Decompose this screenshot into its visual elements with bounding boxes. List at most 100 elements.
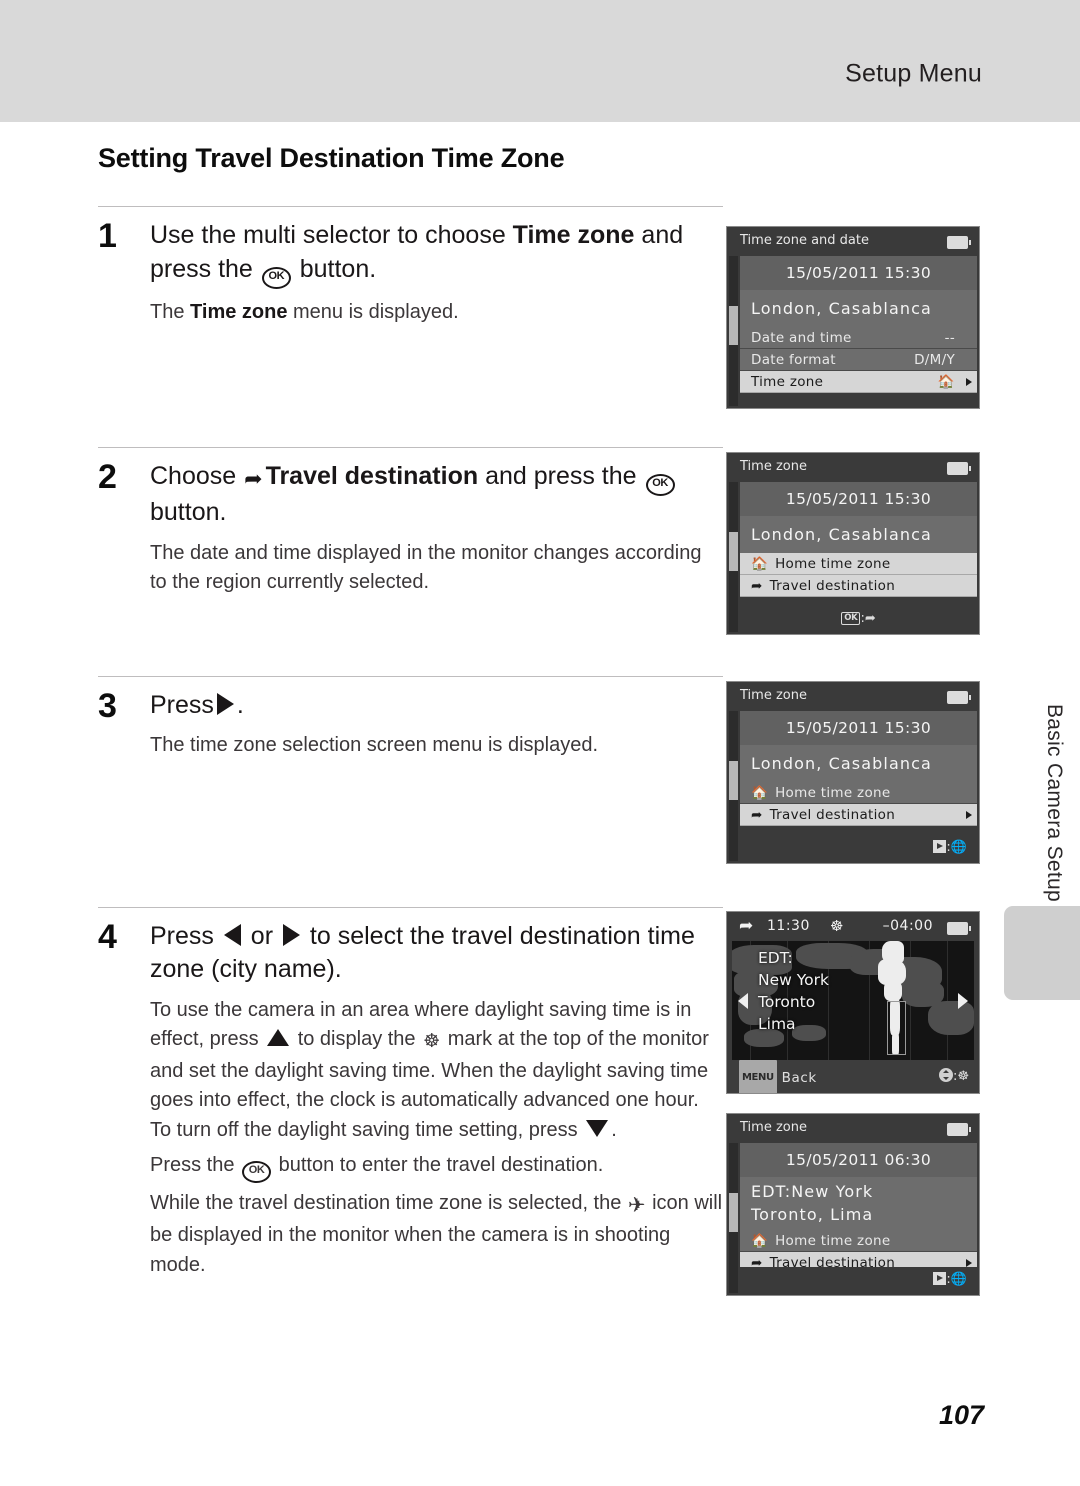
screen-menu-rows: 🏠 Home time zone ➦ Travel destination <box>740 553 977 597</box>
row-label: Travel destination <box>769 578 896 594</box>
menu-row-travel-destination[interactable]: ➦ Travel destination <box>740 575 977 597</box>
camera-screen-time-zone-confirmed: Time zone 15/05/2011 06:30 EDT:New York … <box>726 1113 980 1296</box>
menu-row-travel-destination[interactable]: ➦ Travel destination <box>740 804 977 826</box>
steps-container: 1 Use the multi selector to choose Time … <box>98 196 723 1287</box>
row-value: D/M/Y <box>914 352 955 368</box>
screen-city: EDT:New York Toronto, Lima <box>740 1177 977 1231</box>
screen-footer: :🌐 <box>740 835 977 861</box>
arrow-down-icon <box>586 1119 609 1137</box>
step-title-part-mid: or <box>243 921 280 950</box>
play-button-icon <box>933 1272 947 1285</box>
ok-button-icon: OK <box>645 474 675 497</box>
map-label-city-1: New York <box>758 971 829 989</box>
step-3: 3 Press. The time zone selection screen … <box>98 666 723 897</box>
screen-panel: 15/05/2011 06:30 EDT:New York Toronto, L… <box>740 1143 977 1275</box>
screen-footer: :🌐 <box>740 1267 977 1293</box>
plane-icon: ➦ <box>739 916 754 936</box>
step-note-shooting: While the travel destination time zone i… <box>150 1189 723 1280</box>
screen-city-line-1: EDT:New York <box>751 1182 874 1201</box>
arrow-up-icon <box>267 1029 290 1047</box>
scroll-rail <box>729 256 738 406</box>
row-label: Date and time <box>751 330 852 346</box>
step-title-part-c: button. <box>292 254 377 283</box>
menu-row-date-and-time[interactable]: Date and time -- <box>740 327 977 349</box>
screen-menu-rows: Date and time -- Date format D/M/Y Time … <box>740 327 977 393</box>
note3-part-a: While the travel destination time zone i… <box>150 1192 627 1215</box>
plane-icon: ➦ <box>751 807 763 823</box>
battery-icon <box>947 1123 971 1136</box>
note-part-a: The <box>150 300 191 323</box>
home-icon: 🏠 <box>751 785 769 801</box>
row-value: -- <box>944 330 955 346</box>
plane-icon: ➦ <box>751 578 763 594</box>
menu-row-home-time-zone[interactable]: 🏠 Home time zone <box>740 782 977 804</box>
step-title: Press. <box>150 689 723 723</box>
world-map-canvas: EDT: New York Toronto Lima <box>732 941 974 1060</box>
menu-button-icon: MENU <box>739 1060 777 1093</box>
scroll-thumb <box>729 531 738 571</box>
battery-icon <box>947 922 971 935</box>
screen-title: Time zone <box>727 1114 979 1141</box>
battery-icon <box>947 691 971 704</box>
screen-title: Time zone <box>727 453 979 480</box>
ok-button-icon: OK <box>261 266 291 289</box>
arrow-left-icon[interactable] <box>738 992 748 1009</box>
step-title-part-a: Use the multi selector to choose <box>150 221 513 249</box>
row-label: Date format <box>751 352 836 368</box>
ok-button-icon: OK <box>841 612 861 625</box>
play-button-icon <box>933 840 947 853</box>
row-label: Time zone <box>751 374 824 390</box>
page-header-band: Setup Menu <box>0 0 1080 122</box>
step-divider <box>98 675 723 677</box>
up-down-button-icon <box>938 1068 953 1082</box>
screen-city: London, Casablanca <box>740 745 977 782</box>
arrow-right-icon <box>282 923 300 946</box>
scroll-rail <box>729 482 738 632</box>
chapter-label: Basic Camera Setup <box>1043 704 1066 902</box>
step-title-part-a: Press <box>150 690 214 719</box>
step-title-bold: Time zone <box>512 221 635 249</box>
step-title: Use the multi selector to choose Time zo… <box>150 219 723 289</box>
step-note: The time zone selection screen menu is d… <box>150 734 599 757</box>
globe-icon: 🌐 <box>950 1272 967 1287</box>
note-bold: Time zone <box>190 300 288 323</box>
plane-icon: ➦ <box>244 466 263 492</box>
home-icon: 🏠 <box>751 556 769 572</box>
chevron-right-icon <box>966 377 972 386</box>
menu-row-home-time-zone[interactable]: 🏠 Home time zone <box>740 553 977 575</box>
arrow-right-icon[interactable] <box>958 992 968 1009</box>
step-divider <box>98 447 723 449</box>
chapter-tab-marker <box>1004 906 1080 1000</box>
daylight-saving-icon: ☸ <box>957 1069 969 1084</box>
home-icon: 🏠 <box>751 1233 769 1250</box>
map-footer-right: :☸ <box>938 1060 969 1093</box>
screen-datetime: 15/05/2011 15:30 <box>740 711 977 745</box>
screen-footer: OK:➦ <box>740 606 977 632</box>
arrow-right-icon <box>216 692 234 715</box>
screen-datetime: 15/05/2011 06:30 <box>740 1143 977 1177</box>
row-label: Travel destination <box>769 807 896 823</box>
scroll-rail <box>729 1143 738 1293</box>
screen-city: London, Casablanca <box>740 516 977 553</box>
step-4: 4 Press or to select the travel destinat… <box>98 897 723 1287</box>
selected-zone-highlight <box>884 981 902 1001</box>
step-number: 2 <box>98 458 117 497</box>
scroll-thumb <box>729 1192 738 1232</box>
screen-city: London, Casablanca <box>740 290 977 327</box>
map-city-labels: EDT: New York Toronto Lima <box>758 947 829 1035</box>
row-label: Home time zone <box>775 785 891 801</box>
map-status-bar: ➦ 11:30 ☸ –04:00 <box>727 912 979 941</box>
screen-title: Time zone <box>727 682 979 709</box>
screen-menu-rows: 🏠 Home time zone ➦ Travel destination <box>740 782 977 826</box>
camera-screen-time-zone-choose: Time zone 15/05/2011 15:30 London, Casab… <box>726 452 980 635</box>
step-1: 1 Use the multi selector to choose Time … <box>98 196 723 437</box>
menu-row-home-time-zone[interactable]: 🏠 Home time zone <box>740 1230 977 1253</box>
step-note: The Time zone menu is displayed. <box>150 298 723 328</box>
menu-row-time-zone[interactable]: Time zone 🏠 <box>740 371 977 393</box>
step-title-part-b: and press the <box>478 462 644 491</box>
daylight-saving-icon: ☸ <box>830 917 844 935</box>
step-title-part-c: . <box>236 690 244 719</box>
menu-row-date-format[interactable]: Date format D/M/Y <box>740 349 977 371</box>
step-title-part-a: Press <box>150 921 221 950</box>
step-title-bold: Travel destination <box>265 462 479 491</box>
